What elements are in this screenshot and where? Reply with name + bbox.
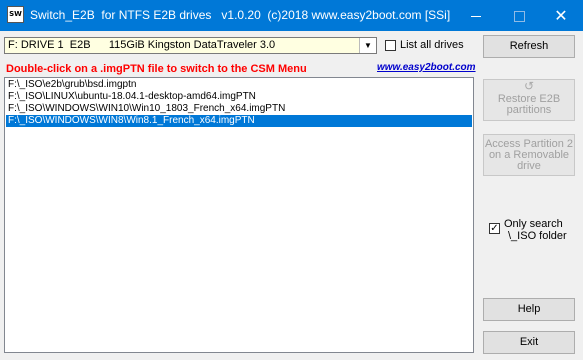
instruction-text: Double-click on a .imgPTN file to switch… (6, 63, 307, 75)
close-icon: ✕ (554, 6, 568, 25)
only-search-line2: \_ISO folder (508, 230, 567, 242)
only-search-line1: Only search (504, 218, 563, 230)
close-button[interactable]: ✕ (539, 0, 583, 31)
refresh-button[interactable]: Refresh (483, 35, 575, 58)
list-item[interactable]: F:\_ISO\LINUX\ubuntu-18.04.1-desktop-amd… (6, 91, 472, 103)
access-partition2-button[interactable]: Access Partition 2 on a Removable drive (483, 134, 575, 176)
drive-selected-value: F: DRIVE 1 E2B 115GiB Kingston DataTrave… (8, 39, 276, 51)
chevron-down-icon[interactable]: ▼ (359, 38, 376, 53)
minimize-button[interactable] (454, 0, 498, 31)
list-all-drives-label[interactable]: List all drives (400, 39, 464, 51)
title-bar: SW Switch_E2B for NTFS E2B drives v1.0.2… (0, 0, 583, 31)
access-button-line1: Access Partition 2 (484, 137, 574, 150)
window-title: Switch_E2B for NTFS E2B drives v1.0.20 (… (30, 8, 451, 22)
restore-arrow-icon: ↺ (524, 79, 535, 93)
only-search-iso-checkbox[interactable]: ✓ (489, 223, 500, 234)
access-button-line3: drive (517, 159, 541, 172)
help-button[interactable]: Help (483, 298, 575, 321)
maximize-icon (513, 10, 525, 22)
list-item[interactable]: F:\_ISO\WINDOWS\WIN10\Win10_1803_French_… (6, 103, 472, 115)
list-item-selected[interactable]: F:\_ISO\WINDOWS\WIN8\Win8.1_French_x64.i… (6, 115, 472, 127)
app-icon: SW (7, 6, 24, 23)
exit-button-label: Exit (519, 336, 539, 348)
file-list[interactable]: F:\_ISO\e2b\grub\bsd.imgptn F:\_ISO\LINU… (4, 77, 474, 353)
help-button-label: Help (517, 303, 541, 315)
list-all-drives-checkbox[interactable] (385, 40, 396, 51)
refresh-button-label: Refresh (509, 40, 549, 52)
restore-button-line2: partitions (506, 104, 552, 116)
access-button-line2: on a Removable (488, 148, 570, 161)
maximize-button (497, 0, 541, 31)
drive-dropdown[interactable]: F: DRIVE 1 E2B 115GiB Kingston DataTrave… (4, 37, 377, 54)
minimize-icon (471, 15, 481, 17)
exit-button[interactable]: Exit (483, 331, 575, 354)
only-search-iso-label[interactable]: Only search \_ISO folder (504, 218, 567, 242)
restore-e2b-partitions-button[interactable]: ↺ Restore E2B partitions (483, 79, 575, 121)
list-item[interactable]: F:\_ISO\e2b\grub\bsd.imgptn (6, 79, 472, 91)
website-link[interactable]: www.easy2boot.com (377, 62, 476, 73)
